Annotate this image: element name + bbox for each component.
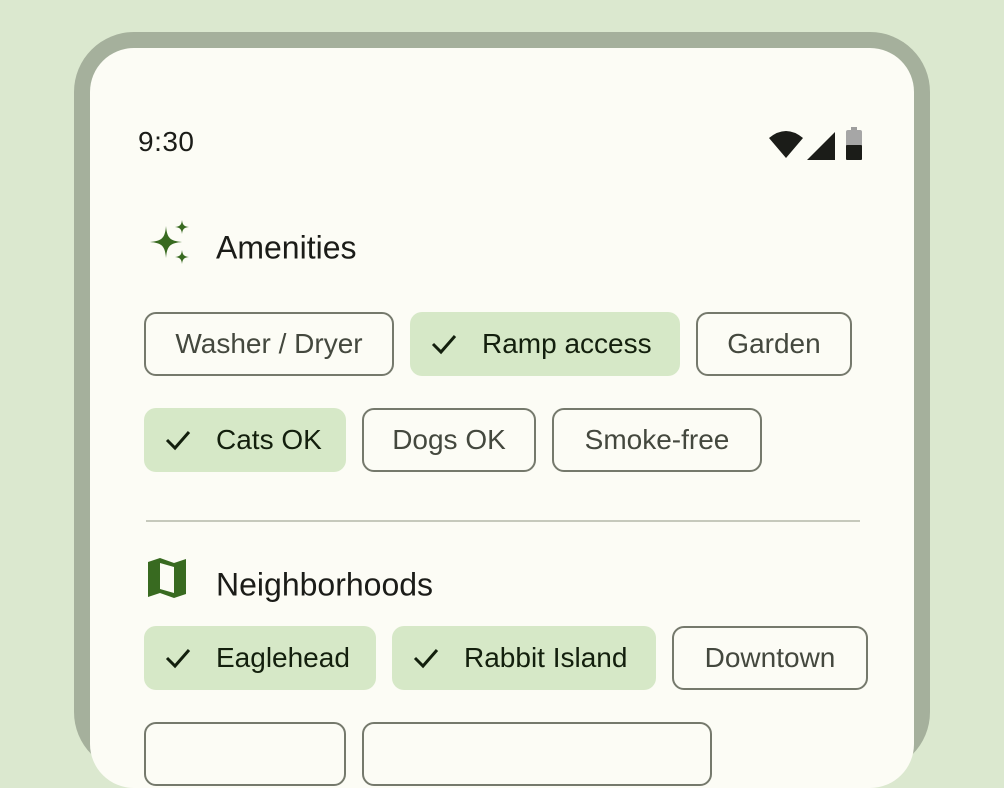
sparkle-icon: [150, 220, 189, 264]
chip-label: Eaglehead: [216, 642, 350, 673]
chip-label: Ramp access: [482, 328, 652, 359]
neighborhoods-title: Neighborhoods: [216, 566, 434, 603]
chip-eaglehead[interactable]: Eaglehead: [144, 626, 376, 690]
check-icon: [165, 431, 191, 451]
amenities-header: Amenities: [144, 220, 544, 270]
chip-label: Dogs OK: [392, 424, 506, 455]
status-time: 9:30: [138, 126, 195, 157]
chip-label: Rabbit Island: [464, 642, 628, 673]
neighborhoods-header: Neighborhoods: [144, 558, 544, 608]
amenities-title: Amenities: [216, 229, 357, 266]
chip-partial[interactable]: [144, 722, 346, 786]
chip-label: Downtown: [704, 642, 836, 673]
chip-ramp-access[interactable]: Ramp access: [410, 312, 680, 376]
check-icon: [165, 649, 191, 669]
phone-screen: 9:30 Amenities Washer / Dryer Ramp acces…: [90, 48, 914, 788]
cellular-signal-icon: [807, 132, 835, 160]
section-divider: [146, 520, 860, 522]
status-bar: 9:30: [90, 48, 914, 178]
chip-garden[interactable]: Garden: [696, 312, 852, 376]
chip-partial[interactable]: [362, 722, 712, 786]
chip-rabbit-island[interactable]: Rabbit Island: [392, 626, 656, 690]
map-icon: [148, 558, 186, 598]
check-icon: [431, 335, 457, 355]
check-icon: [413, 649, 439, 669]
device-frame: 9:30 Amenities Washer / Dryer Ramp acces…: [74, 32, 930, 788]
chip-label: Garden: [727, 328, 821, 359]
chip-dogs-ok[interactable]: Dogs OK: [362, 408, 536, 472]
chip-washer-dryer[interactable]: Washer / Dryer: [144, 312, 394, 376]
chip-downtown[interactable]: Downtown: [672, 626, 868, 690]
battery-icon: [846, 127, 862, 160]
wifi-icon: [769, 131, 803, 158]
chip-label: Cats OK: [216, 424, 322, 455]
chip-smoke-free[interactable]: Smoke-free: [552, 408, 762, 472]
chip-cats-ok[interactable]: Cats OK: [144, 408, 346, 472]
chip-label: Smoke-free: [584, 424, 730, 455]
chip-label: Washer / Dryer: [175, 328, 363, 359]
